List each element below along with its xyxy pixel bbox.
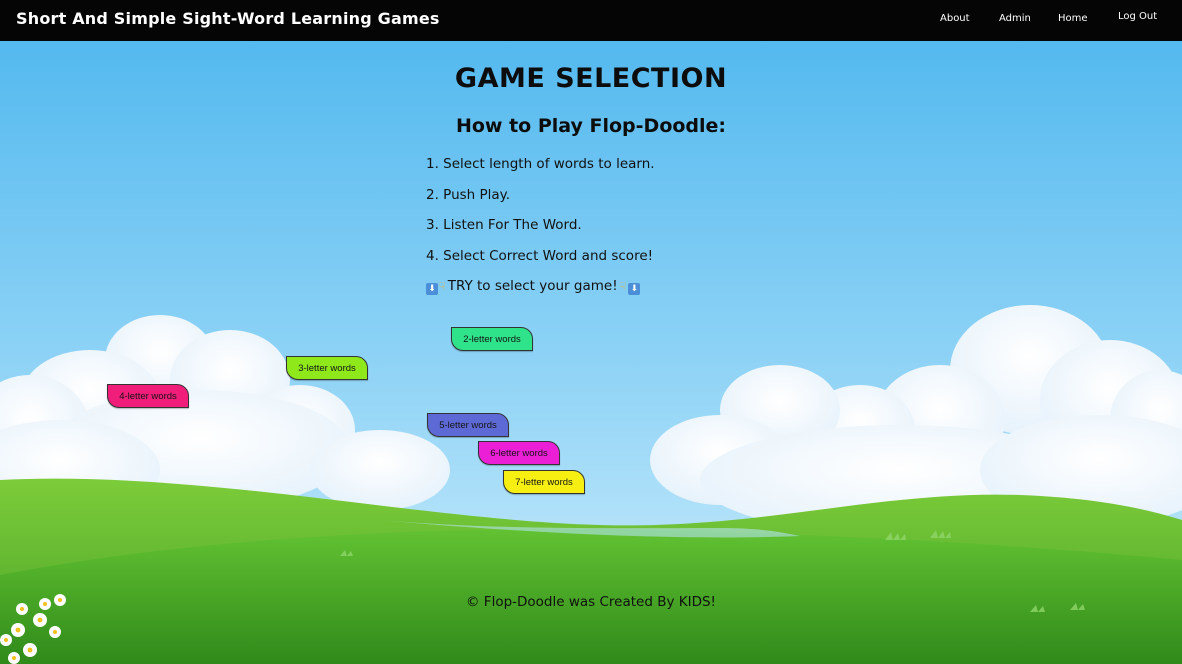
instruction-step-1: 1. Select length of words to learn. <box>426 156 655 172</box>
game-7-letter-button[interactable]: 7-letter words <box>503 470 585 494</box>
down-arrow-icon: ⬇ <box>426 283 438 295</box>
top-navbar: Short And Simple Sight-Word Learning Gam… <box>0 0 1182 41</box>
game-button-label: 2-letter words <box>463 333 521 345</box>
site-brand[interactable]: Short And Simple Sight-Word Learning Gam… <box>16 9 440 28</box>
game-button-label: 4-letter words <box>119 390 177 402</box>
game-button-label: 5-letter words <box>439 419 497 431</box>
main-content: GAME SELECTION How to Play Flop-Doodle: … <box>0 41 1182 664</box>
game-button-label: 7-letter words <box>515 476 573 488</box>
nav-about-link[interactable]: About <box>940 13 970 24</box>
pointing-down-icon: ☟ <box>619 280 627 293</box>
down-arrow-icon: ⬇ <box>628 283 641 295</box>
nav-logout-link[interactable]: Log Out <box>1118 11 1157 22</box>
game-5-letter-button[interactable]: 5-letter words <box>427 413 509 437</box>
try-instruction: ⬇ ☟ TRY to select your game! ☟ ⬇ <box>426 278 641 295</box>
nav-home-link[interactable]: Home <box>1058 13 1088 24</box>
how-to-play-title: How to Play Flop-Doodle: <box>455 115 727 137</box>
game-button-label: 6-letter words <box>490 447 548 459</box>
nav-admin-link[interactable]: Admin <box>999 13 1031 24</box>
game-4-letter-button[interactable]: 4-letter words <box>107 384 189 408</box>
game-2-letter-button[interactable]: 2-letter words <box>451 327 533 351</box>
pointing-down-icon: ☟ <box>439 280 446 293</box>
footer-credit: © Flop-Doodle was Created By KIDS! <box>466 594 716 610</box>
game-3-letter-button[interactable]: 3-letter words <box>286 356 368 380</box>
instruction-step-4: 4. Select Correct Word and score! <box>426 248 654 264</box>
instruction-step-3: 3. Listen For The Word. <box>426 217 582 233</box>
game-6-letter-button[interactable]: 6-letter words <box>478 441 560 465</box>
try-text: TRY to select your game! <box>447 278 618 294</box>
instruction-step-2: 2. Push Play. <box>426 187 511 203</box>
game-button-label: 3-letter words <box>298 362 356 374</box>
page-title: GAME SELECTION <box>454 63 728 94</box>
